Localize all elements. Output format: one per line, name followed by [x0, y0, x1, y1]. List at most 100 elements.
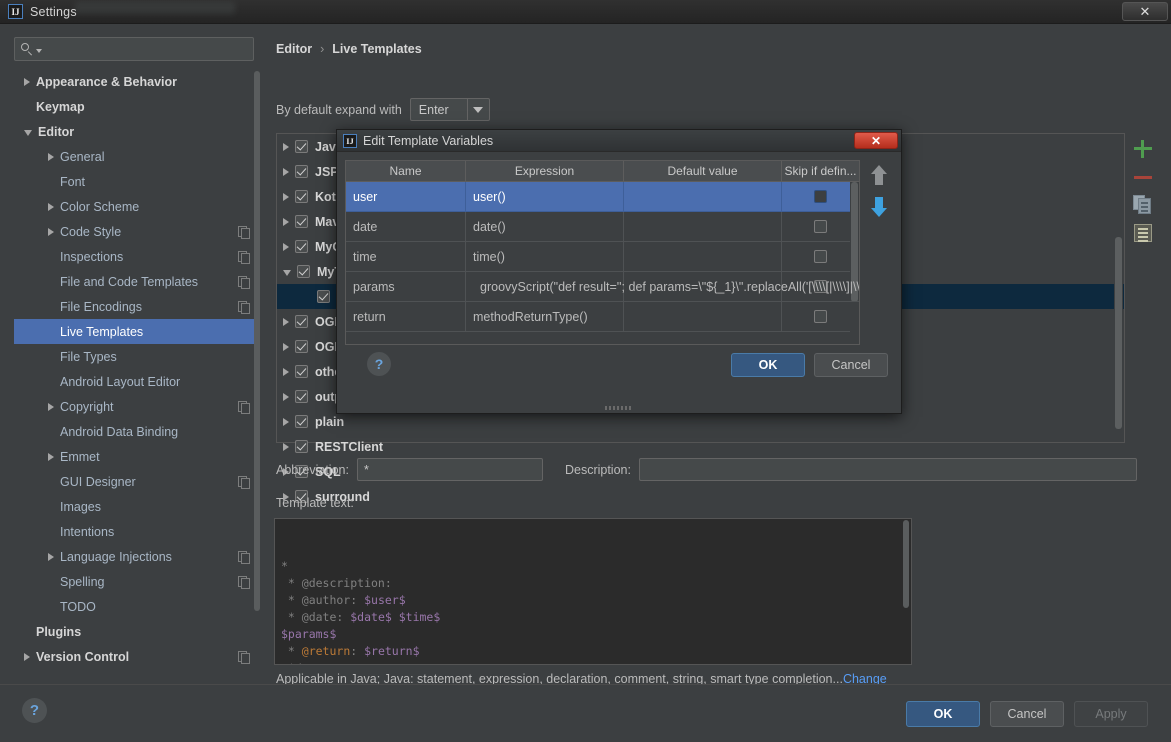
- template-enabled-checkbox[interactable]: [295, 140, 308, 153]
- sidebar-item-gui-designer[interactable]: GUI Designer: [14, 469, 260, 494]
- move-up-arrow-icon[interactable]: [868, 164, 890, 188]
- chevron-right-icon[interactable]: [48, 402, 54, 411]
- variable-default-value-cell[interactable]: [624, 212, 782, 242]
- chevron-right-icon[interactable]: [48, 152, 54, 161]
- template-enabled-checkbox[interactable]: [295, 315, 308, 328]
- chevron-right-icon[interactable]: [48, 452, 54, 461]
- template-enabled-checkbox[interactable]: [295, 215, 308, 228]
- variable-skip-cell[interactable]: [782, 272, 859, 302]
- variable-expression-cell[interactable]: time(): [466, 242, 624, 272]
- sidebar-item-emmet[interactable]: Emmet: [14, 444, 260, 469]
- template-enabled-checkbox[interactable]: [295, 415, 308, 428]
- chevron-right-icon[interactable]: [283, 392, 289, 401]
- remove-icon[interactable]: [1130, 164, 1156, 190]
- skip-if-defined-checkbox[interactable]: [814, 190, 827, 203]
- chevron-down-icon[interactable]: [466, 99, 489, 120]
- chevron-right-icon[interactable]: [283, 442, 289, 451]
- modal-resize-grip[interactable]: [605, 406, 633, 410]
- sidebar-item-font[interactable]: Font: [14, 169, 260, 194]
- breadcrumb-parent[interactable]: Editor: [276, 42, 312, 56]
- variable-name-cell[interactable]: date: [346, 212, 466, 242]
- column-header-name[interactable]: Name: [346, 161, 466, 182]
- chevron-right-icon[interactable]: [283, 217, 289, 226]
- chevron-down-icon[interactable]: [36, 49, 42, 53]
- add-icon[interactable]: [1130, 136, 1156, 162]
- skip-if-defined-checkbox[interactable]: [814, 280, 827, 293]
- sidebar-scrollbar-thumb[interactable]: [254, 71, 260, 611]
- variable-skip-cell[interactable]: [782, 242, 859, 272]
- sidebar-item-android-layout-editor[interactable]: Android Layout Editor: [14, 369, 260, 394]
- chevron-right-icon[interactable]: [283, 317, 289, 326]
- sidebar-item-color-scheme[interactable]: Color Scheme: [14, 194, 260, 219]
- chevron-right-icon[interactable]: [48, 202, 54, 211]
- variable-row[interactable]: params groovyScript("def result=''; def p…: [346, 272, 859, 302]
- default-expand-select[interactable]: Enter: [409, 98, 490, 121]
- template-enabled-checkbox[interactable]: [295, 390, 308, 403]
- variable-default-value-cell[interactable]: [624, 302, 782, 332]
- sidebar-item-plugins[interactable]: Plugins: [14, 619, 260, 644]
- modal-close-button[interactable]: ✕: [854, 132, 898, 149]
- ok-button[interactable]: OK: [906, 701, 980, 727]
- variables-table[interactable]: Name Expression Default value Skip if de…: [345, 160, 860, 345]
- sidebar-item-todo[interactable]: TODO: [14, 594, 260, 619]
- sidebar-item-file-types[interactable]: File Types: [14, 344, 260, 369]
- variables-table-scrollbar-thumb[interactable]: [851, 182, 858, 302]
- sidebar-item-language-injections[interactable]: Language Injections: [14, 544, 260, 569]
- template-text-editor[interactable]: * * @description: * @author: $user$ * @d…: [274, 518, 912, 665]
- variable-name-cell[interactable]: time: [346, 242, 466, 272]
- sidebar-item-intentions[interactable]: Intentions: [14, 519, 260, 544]
- variable-skip-cell[interactable]: [782, 212, 859, 242]
- variables-table-scrollbar[interactable]: [850, 182, 859, 344]
- variable-default-value-cell[interactable]: [624, 182, 782, 212]
- tree-scrollbar[interactable]: [1114, 135, 1123, 441]
- abbreviation-input[interactable]: *: [356, 458, 543, 481]
- variable-skip-cell[interactable]: [782, 302, 859, 332]
- template-enabled-checkbox[interactable]: [295, 365, 308, 378]
- sidebar-item-android-data-binding[interactable]: Android Data Binding: [14, 419, 260, 444]
- variable-name-cell[interactable]: user: [346, 182, 466, 212]
- chevron-right-icon[interactable]: [283, 367, 289, 376]
- search-input[interactable]: [14, 37, 254, 61]
- cancel-button[interactable]: Cancel: [990, 701, 1064, 727]
- skip-if-defined-checkbox[interactable]: [814, 220, 827, 233]
- chevron-right-icon[interactable]: [283, 242, 289, 251]
- chevron-down-icon[interactable]: [283, 270, 291, 276]
- chevron-right-icon[interactable]: [24, 77, 30, 86]
- sidebar-item-editor[interactable]: Editor: [14, 119, 260, 144]
- variable-row[interactable]: time time(): [346, 242, 859, 272]
- variable-row[interactable]: user user(): [346, 182, 859, 212]
- chevron-down-icon[interactable]: [24, 130, 32, 136]
- template-enabled-checkbox[interactable]: [295, 440, 308, 453]
- sidebar-item-copyright[interactable]: Copyright: [14, 394, 260, 419]
- column-header-expression[interactable]: Expression: [466, 161, 624, 182]
- sidebar-item-file-encodings[interactable]: File Encodings: [14, 294, 260, 319]
- chevron-right-icon[interactable]: [283, 417, 289, 426]
- template-enabled-checkbox[interactable]: [317, 290, 330, 303]
- duplicate-icon[interactable]: [1130, 192, 1156, 218]
- skip-if-defined-checkbox[interactable]: [814, 310, 827, 323]
- chevron-right-icon[interactable]: [283, 142, 289, 151]
- chevron-right-icon[interactable]: [283, 192, 289, 201]
- modal-help-icon[interactable]: ?: [367, 352, 391, 376]
- template-tree-row[interactable]: RESTClient: [277, 434, 1124, 459]
- column-header-default-value[interactable]: Default value: [624, 161, 782, 182]
- template-text-scrollbar[interactable]: [902, 520, 910, 664]
- variable-row[interactable]: return methodReturnType(): [346, 302, 859, 332]
- variable-expression-cell[interactable]: methodReturnType(): [466, 302, 624, 332]
- variable-expression-cell[interactable]: user(): [466, 182, 624, 212]
- chevron-right-icon[interactable]: [48, 552, 54, 561]
- sidebar-item-version-control[interactable]: Version Control: [14, 644, 260, 669]
- apply-button[interactable]: Apply: [1074, 701, 1148, 727]
- sidebar-item-live-templates[interactable]: Live Templates: [14, 319, 260, 344]
- settings-sidebar[interactable]: Appearance & Behavior Keymap Editor General…: [14, 69, 260, 669]
- variable-name-cell[interactable]: return: [346, 302, 466, 332]
- sidebar-item-images[interactable]: Images: [14, 494, 260, 519]
- window-close-button[interactable]: ✕: [1122, 2, 1168, 21]
- help-icon[interactable]: ?: [22, 698, 47, 723]
- variable-expression-cell[interactable]: [466, 272, 624, 302]
- modal-cancel-button[interactable]: Cancel: [814, 353, 888, 377]
- list-icon[interactable]: [1130, 220, 1156, 246]
- variable-default-value-cell[interactable]: [624, 272, 782, 302]
- sidebar-item-keymap[interactable]: Keymap: [14, 94, 260, 119]
- description-input[interactable]: [638, 458, 1137, 481]
